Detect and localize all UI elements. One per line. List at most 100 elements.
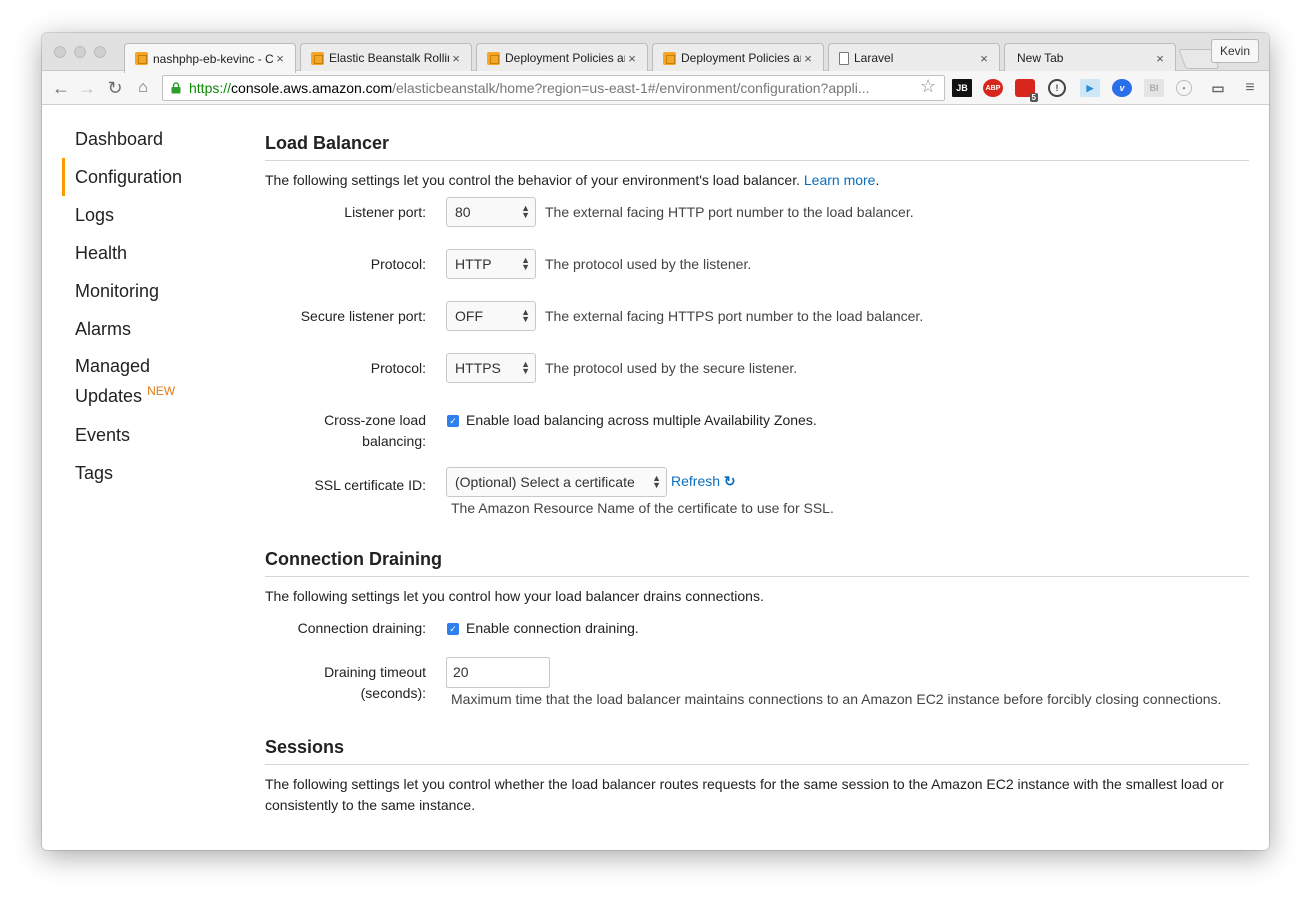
draining-timeout-row: Draining timeout (seconds): 20 Maximum t… — [265, 654, 1249, 734]
field-help: The external facing HTTP port number to … — [545, 204, 914, 220]
field-label: Connection draining: — [297, 620, 426, 636]
secure-protocol-select[interactable]: HTTPS ▲ ▼ — [446, 353, 536, 383]
tab-deployment-policies-1[interactable]: Deployment Policies an × — [476, 43, 648, 72]
refresh-link[interactable]: Refresh ↻ — [671, 471, 736, 492]
home-icon[interactable]: ⌂ — [132, 78, 154, 98]
sidebar-item-logs[interactable]: Logs — [62, 196, 242, 234]
tab-title: nashphp-eb-kevinc - C — [153, 51, 273, 66]
sidebar-item-alarms[interactable]: Alarms — [62, 310, 242, 348]
menu-icon[interactable]: ≡ — [1240, 79, 1260, 97]
sidebar-item-configuration[interactable]: Configuration — [62, 158, 242, 196]
sidebar-item-managed-updates[interactable]: Managed Updates NEW — [62, 348, 242, 416]
password-manager-icon[interactable]: ! — [1048, 79, 1066, 97]
tab-title: Deployment Policies an — [505, 51, 625, 65]
field-label: Protocol: — [370, 360, 426, 376]
profile-button[interactable]: Kevin — [1210, 39, 1259, 63]
tab-new-tab[interactable]: New Tab × — [1004, 43, 1176, 72]
tab-title: Elastic Beanstalk Rollin — [329, 51, 449, 65]
close-window-button[interactable] — [54, 46, 66, 58]
section-description: The following settings let you control t… — [265, 170, 1249, 191]
configuration-panel: Load Balancer The following settings let… — [265, 106, 1249, 816]
field-help: The Amazon Resource Name of the certific… — [451, 500, 834, 516]
checkbox-label[interactable]: Enable connection draining. — [466, 618, 639, 639]
label-line: balancing: — [362, 433, 426, 449]
field-label: Protocol: — [370, 256, 426, 272]
play-extension-icon[interactable]: ▶ — [1080, 79, 1100, 97]
section-description: The following settings let you control h… — [265, 588, 764, 604]
secure-listener-port-row: Secure listener port: OFF ▲ ▼ The externa… — [265, 298, 1249, 350]
secure-listener-port-select[interactable]: OFF ▲ ▼ — [446, 301, 536, 331]
section-description: The following settings let you control w… — [265, 776, 1224, 813]
section-heading: Sessions — [265, 737, 1249, 765]
aws-cube-icon — [135, 52, 148, 65]
field-help: The external facing HTTPS port number to… — [545, 308, 924, 324]
sessions-section: Sessions The following settings let you … — [265, 734, 1249, 816]
select-arrows-icon: ▲ ▼ — [652, 473, 661, 490]
connection-draining-checkbox[interactable]: ✓ — [447, 623, 459, 635]
select-value: OFF — [455, 308, 483, 324]
sidebar-item-label: Updates — [75, 386, 143, 406]
bookmark-star-icon[interactable]: ☆ — [920, 76, 936, 97]
section-heading: Load Balancer — [265, 133, 1249, 161]
tab-close-icon[interactable]: × — [801, 51, 815, 66]
sidebar-item-label: Managed — [75, 356, 151, 376]
v-extension-icon[interactable]: v — [1112, 79, 1132, 97]
tab-title: Laravel — [854, 51, 894, 65]
cross-zone-row: Cross-zone load balancing: ✓ Enable load… — [265, 402, 1249, 462]
field-help: Maximum time that the load balancer main… — [451, 691, 1222, 707]
url-host: console.aws.amazon.com — [231, 80, 393, 96]
bi-extension-icon[interactable]: BI — [1144, 79, 1164, 97]
url-path: /elasticbeanstalk/home?region=us-east-1#… — [392, 80, 870, 96]
select-value: HTTP — [455, 256, 492, 272]
field-help: The protocol used by the listener. — [545, 256, 752, 272]
select-arrows-icon: ▲ ▼ — [521, 359, 530, 376]
forward-arrow-icon[interactable]: → — [76, 78, 98, 98]
checkbox-label[interactable]: Enable load balancing across multiple Av… — [466, 410, 817, 431]
period: . — [875, 172, 880, 188]
learn-more-link[interactable]: Learn more — [804, 172, 876, 188]
tab-elastic-beanstalk-rolling[interactable]: Elastic Beanstalk Rollin × — [300, 43, 472, 72]
reload-icon[interactable]: ↻ — [104, 78, 126, 98]
tab-close-icon[interactable]: × — [1153, 51, 1167, 66]
sidebar-item-dashboard[interactable]: Dashboard — [62, 120, 242, 158]
tab-close-icon[interactable]: × — [273, 51, 287, 66]
lock-icon — [171, 82, 181, 94]
tab-nashphp[interactable]: nashphp-eb-kevinc - C × — [124, 43, 296, 73]
select-arrows-icon: ▲ ▼ — [521, 307, 530, 324]
minimize-window-button[interactable] — [74, 46, 86, 58]
sidebar-item-tags[interactable]: Tags — [62, 454, 242, 492]
tab-deployment-policies-2[interactable]: Deployment Policies an × — [652, 43, 824, 72]
adblock-plus-extension-icon[interactable]: ABP — [983, 79, 1003, 97]
extension-badge: 5 — [1029, 93, 1038, 102]
cross-zone-checkbox[interactable]: ✓ — [447, 415, 459, 427]
address-bar[interactable]: https://console.aws.amazon.com/elasticbe… — [162, 75, 945, 101]
sidebar-item-health[interactable]: Health — [62, 234, 242, 272]
page-content: Dashboard Configuration Logs Health Moni… — [42, 106, 1269, 850]
protocol-row: Protocol: HTTP ▲ ▼ The protocol used by t… — [265, 246, 1249, 298]
aws-cube-icon — [311, 51, 324, 65]
tab-close-icon[interactable]: × — [625, 51, 639, 66]
tab-close-icon[interactable]: × — [449, 51, 463, 66]
jetbrains-extension-icon[interactable]: JB — [952, 79, 972, 97]
zoom-window-button[interactable] — [94, 46, 106, 58]
browser-toolbar: ← → ↻ ⌂ https://console.aws.amazon.com/e… — [42, 71, 1269, 105]
protocol-select[interactable]: HTTP ▲ ▼ — [446, 249, 536, 279]
sidebar-item-monitoring[interactable]: Monitoring — [62, 272, 242, 310]
draining-timeout-input[interactable]: 20 — [446, 657, 550, 688]
field-label: Secure listener port: — [300, 308, 426, 324]
tab-close-icon[interactable]: × — [977, 51, 991, 66]
field-label: SSL certificate ID: — [314, 477, 426, 493]
circle-extension-icon[interactable]: • — [1176, 80, 1192, 96]
url-scheme: https:// — [189, 80, 232, 96]
field-help: The protocol used by the secure listener… — [545, 360, 798, 376]
tab-title: New Tab — [1017, 51, 1064, 65]
cast-icon[interactable]: ▭ — [1208, 79, 1228, 97]
back-arrow-icon[interactable]: ← — [50, 78, 72, 98]
refresh-label: Refresh — [671, 473, 721, 489]
messages-extension-icon[interactable]: 5 — [1015, 79, 1038, 102]
listener-port-select[interactable]: 80 ▲ ▼ — [446, 197, 536, 227]
ssl-certificate-select[interactable]: (Optional) Select a certificate ▲ ▼ — [446, 467, 667, 497]
sidebar-item-events[interactable]: Events — [62, 416, 242, 454]
select-arrows-icon: ▲ ▼ — [521, 255, 530, 272]
tab-laravel[interactable]: Laravel × — [828, 43, 1000, 72]
